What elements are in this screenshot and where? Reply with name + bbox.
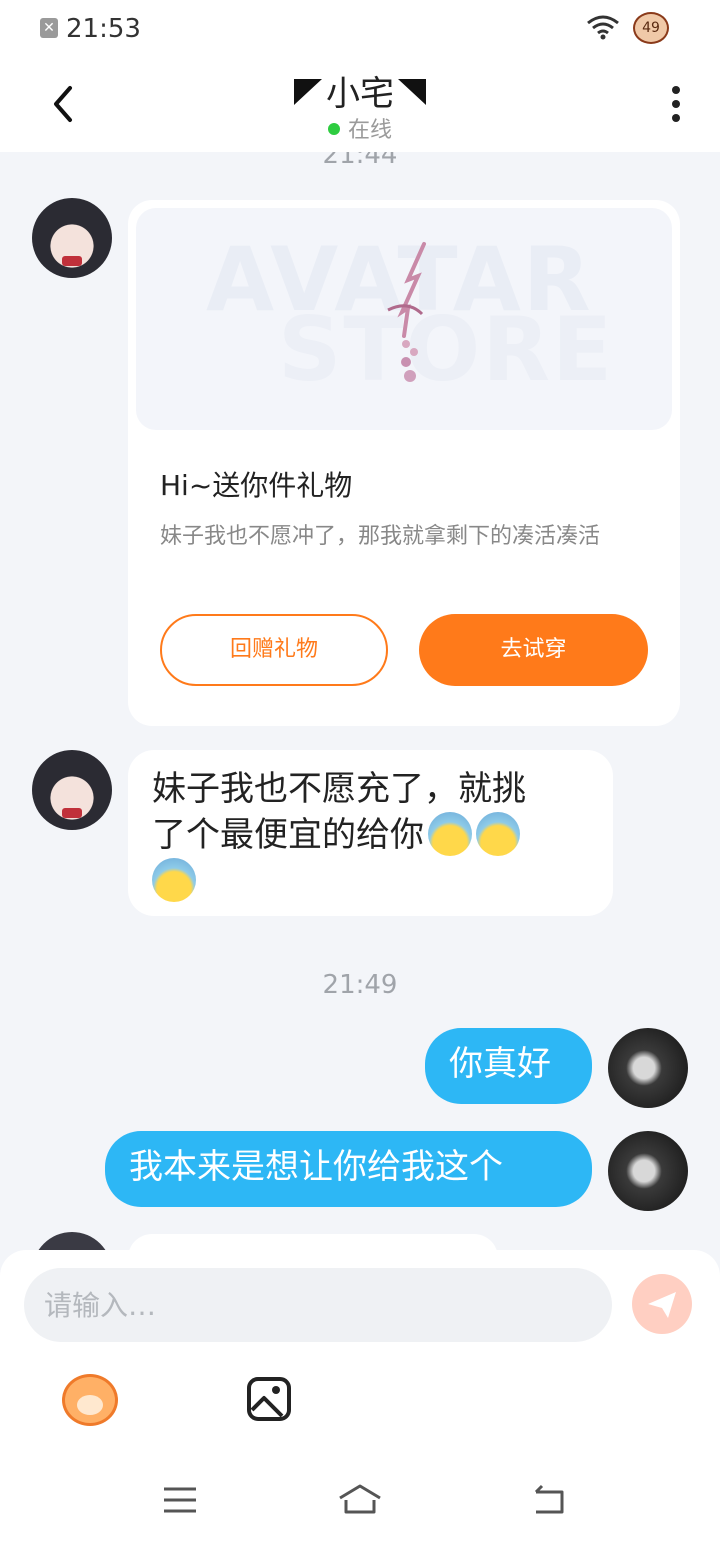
online-label: 在线 bbox=[347, 118, 392, 143]
send-button[interactable] bbox=[632, 1274, 692, 1334]
title-flag-right-icon bbox=[398, 78, 426, 105]
watermark-store: STORE bbox=[278, 298, 615, 401]
user-avatar[interactable] bbox=[608, 1028, 688, 1108]
mascot-icon[interactable] bbox=[62, 1374, 118, 1426]
system-nav-bar bbox=[0, 1460, 720, 1544]
contact-name: 小宅 bbox=[326, 74, 394, 114]
outgoing-message[interactable]: 我本来是想让你给我这个 bbox=[105, 1131, 592, 1207]
message-timestamp: 21:44 bbox=[322, 152, 398, 170]
message-text: 了个最便宜的给你 bbox=[152, 815, 424, 855]
gift-item-icon bbox=[387, 242, 426, 382]
incoming-message[interactable]: 妹子我也不愿充了，就挑 了个最便宜的给你 bbox=[128, 750, 613, 916]
outgoing-message[interactable]: 你真好 bbox=[425, 1028, 592, 1104]
status-badge: 49 bbox=[633, 12, 669, 44]
online-dot-icon bbox=[327, 123, 340, 135]
gift-card-title: Hi~送你件礼物 bbox=[160, 469, 353, 502]
status-time: 21:53 bbox=[66, 14, 141, 44]
user-avatar[interactable] bbox=[608, 1131, 688, 1211]
gift-card[interactable]: AVATAR STORE Hi~送你件礼物 妹子我也不愿冲了，那我就拿剩下的凑活… bbox=[128, 200, 680, 726]
cold-sweat-emoji-icon bbox=[152, 858, 196, 902]
return-gift-button[interactable]: 回赠礼物 bbox=[160, 614, 388, 686]
message-input[interactable] bbox=[24, 1268, 612, 1342]
back-icon[interactable] bbox=[528, 1480, 568, 1520]
more-vertical-icon[interactable] bbox=[666, 86, 686, 126]
page-title: 小宅 bbox=[0, 66, 720, 115]
message-timestamp: 21:49 bbox=[322, 970, 398, 1000]
gift-card-image: AVATAR STORE bbox=[136, 208, 672, 430]
contact-avatar[interactable] bbox=[32, 1232, 112, 1252]
cold-sweat-emoji-icon bbox=[428, 811, 472, 856]
chat-message-list[interactable]: 21:44 AVATAR STORE Hi~送你件礼物 妹子我也不愿冲了，那我就… bbox=[0, 152, 720, 1252]
menu-icon[interactable] bbox=[160, 1480, 200, 1520]
cold-sweat-emoji-icon bbox=[476, 811, 520, 856]
gift-card-description: 妹子我也不愿冲了，那我就拿剩下的凑活凑活 bbox=[160, 524, 601, 549]
try-on-button[interactable]: 去试穿 bbox=[419, 614, 648, 686]
contact-avatar[interactable] bbox=[32, 198, 112, 278]
notification-icon: ✕ bbox=[40, 18, 58, 38]
contact-avatar[interactable] bbox=[32, 750, 112, 830]
send-icon bbox=[648, 1292, 676, 1318]
image-icon[interactable] bbox=[246, 1376, 292, 1422]
home-icon[interactable] bbox=[336, 1480, 384, 1520]
online-status: 在线 bbox=[0, 112, 720, 144]
title-flag-left-icon bbox=[294, 78, 322, 105]
status-bar: ✕ 21:53 49 bbox=[0, 0, 720, 56]
wifi-icon bbox=[587, 15, 619, 40]
chat-header: 小宅 在线 bbox=[0, 56, 720, 152]
message-text: 妹子我也不愿充了，就挑 bbox=[152, 769, 526, 809]
